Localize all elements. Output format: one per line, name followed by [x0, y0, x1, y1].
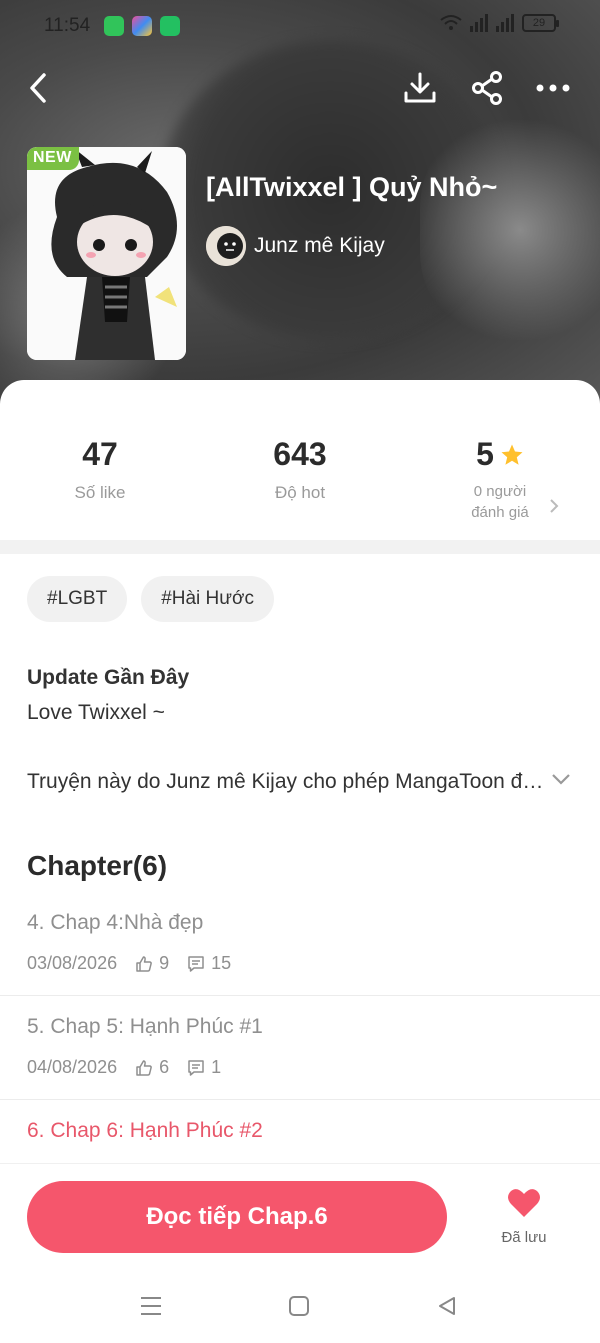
chapter-date: 03/08/2026: [27, 953, 118, 973]
stats-row: 47 Số like 643 Độ hot 5 0 người đánh giá: [0, 436, 600, 536]
chapter-row[interactable]: 4. Chap 4:Nhà đẹp 03/08/2026 9 15: [0, 893, 600, 996]
chevron-down-icon[interactable]: [550, 772, 572, 786]
likes-label: Số like: [74, 483, 126, 502]
chapter-row[interactable]: 5. Chap 5: Hạnh Phúc #1 04/08/2026 6 1: [0, 997, 600, 1100]
wifi-icon: [440, 15, 462, 30]
status-bar: 11:54 29: [0, 0, 600, 52]
rating-count-label: 0 người: [473, 483, 527, 500]
stat-rating[interactable]: 5 0 người đánh giá: [400, 436, 600, 523]
rating-value: 5: [476, 436, 494, 472]
save-button[interactable]: Đã lưu: [488, 1188, 560, 1246]
system-navigation-bar: [0, 1268, 600, 1343]
author-link[interactable]: Junz mê Kijay: [206, 226, 385, 266]
chapter-likes: 9: [159, 953, 170, 973]
bottom-action-bar: Đọc tiếp Chap.6 Đã lưu: [0, 1163, 600, 1263]
license-text[interactable]: Truyện này do Junz mê Kijay cho phép Man…: [27, 770, 547, 794]
author-avatar: [206, 226, 246, 266]
battery-indicator: 29: [522, 14, 559, 32]
photos-app-icon: [132, 16, 153, 36]
update-description: Love Twixxel ~: [27, 701, 165, 724]
download-button[interactable]: [398, 66, 442, 110]
chevron-left-icon: [30, 73, 46, 103]
signal-icon: [470, 14, 488, 32]
new-badge: NEW: [27, 147, 79, 170]
more-dots-icon: [536, 84, 570, 92]
hot-count: 643: [273, 436, 327, 472]
tag-hai-huoc[interactable]: #Hài Hước: [141, 576, 274, 622]
status-time: 11:54: [44, 15, 91, 36]
share-icon: [472, 71, 502, 105]
menu-icon: [141, 1297, 161, 1315]
rating-count-label-2: đánh giá: [471, 504, 529, 521]
more-button[interactable]: [531, 66, 575, 110]
author-name: Junz mê Kijay: [254, 234, 385, 257]
back-nav-button[interactable]: [427, 1288, 467, 1324]
chevron-right-icon: [550, 499, 559, 513]
chapter-title: 4. Chap 4:Nhà đẹp: [27, 911, 204, 934]
chapter-heading: Chapter(6): [27, 850, 168, 881]
book-title: [AllTwixxel ] Quỷ Nhỏ~: [206, 172, 498, 202]
likes-count: 47: [82, 436, 118, 472]
messages-app-icon: [104, 16, 125, 36]
calculator-app-icon: [160, 16, 181, 36]
chapter-comments: 1: [211, 1057, 222, 1077]
stat-hot: 643 Độ hot: [200, 436, 400, 503]
chapter-title: 5. Chap 5: Hạnh Phúc #1: [27, 1015, 263, 1038]
comment-icon: [188, 1059, 204, 1076]
chapter-comments: 15: [211, 953, 232, 973]
book-cover: NEW: [27, 147, 186, 360]
home-square-icon: [289, 1296, 309, 1316]
chapter-date: 04/08/2026: [27, 1057, 118, 1077]
thumbs-up-icon: [136, 955, 152, 972]
update-heading: Update Gần Đây: [27, 666, 190, 689]
menu-nav-button[interactable]: [131, 1288, 171, 1324]
back-button[interactable]: [16, 66, 60, 110]
tag-lgbt[interactable]: #LGBT: [27, 576, 128, 622]
continue-reading-button[interactable]: Đọc tiếp Chap.6: [27, 1181, 447, 1253]
star-icon: [501, 444, 523, 465]
tag-list: #LGBT #Hài Hước: [27, 576, 274, 622]
back-triangle-icon: [439, 1297, 455, 1315]
home-nav-button[interactable]: [279, 1288, 319, 1324]
thumbs-up-icon: [136, 1059, 152, 1076]
hot-label: Độ hot: [274, 483, 326, 502]
section-divider: [0, 540, 600, 554]
save-label: Đã lưu: [501, 1229, 547, 1246]
share-button[interactable]: [465, 66, 509, 110]
signal-icon-2: [496, 14, 514, 32]
download-icon: [404, 72, 436, 103]
heart-icon: [508, 1189, 540, 1217]
chapter-likes: 6: [159, 1057, 170, 1077]
stat-likes: 47 Số like: [0, 436, 200, 503]
cover-illustration: [27, 147, 186, 360]
chapter-title-current: 6. Chap 6: Hạnh Phúc #2: [27, 1119, 263, 1142]
comment-icon: [188, 955, 204, 972]
